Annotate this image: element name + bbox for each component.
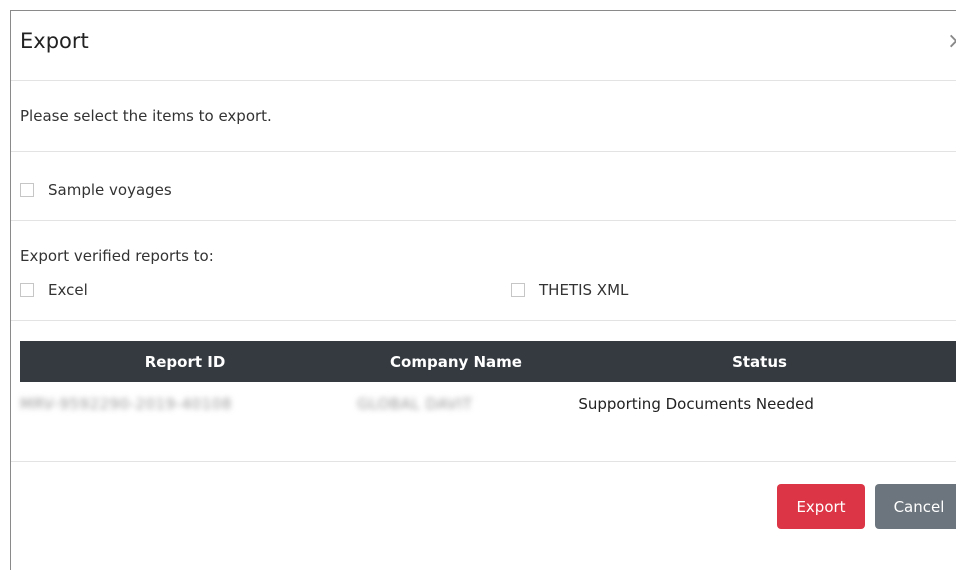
- column-header-status: Status: [732, 352, 787, 371]
- divider: [11, 151, 956, 152]
- sample-voyages-label: Sample voyages: [48, 181, 172, 199]
- dialog-header: Export ×: [11, 11, 956, 81]
- table-header: Report ID Company Name Status: [20, 341, 956, 382]
- thetis-xml-checkbox[interactable]: [511, 283, 525, 297]
- close-icon[interactable]: ×: [947, 29, 956, 54]
- column-header-report-id: Report ID: [144, 352, 226, 371]
- excel-checkbox[interactable]: [20, 283, 34, 297]
- export-section-label: Export verified reports to:: [20, 247, 214, 265]
- company-name-value: GLOBAL DAVIT: [357, 395, 473, 413]
- export-button[interactable]: Export: [777, 484, 865, 529]
- company-name-cell: GLOBAL DAVIT: [269, 395, 578, 413]
- report-id-cell: MRV-9592290-2019-40108: [20, 395, 269, 413]
- status-cell: Supporting Documents Needed: [578, 395, 956, 413]
- divider: [11, 320, 956, 321]
- table-row: MRV-9592290-2019-40108 GLOBAL DAVIT Supp…: [20, 382, 956, 426]
- export-dialog: Export × Please select the items to expo…: [10, 10, 956, 570]
- sample-voyages-checkbox[interactable]: [20, 183, 34, 197]
- excel-label: Excel: [48, 281, 88, 299]
- reports-table: Report ID Company Name Status MRV-959229…: [20, 341, 956, 426]
- divider: [11, 461, 956, 462]
- divider: [11, 220, 956, 221]
- excel-option[interactable]: Excel: [20, 281, 88, 299]
- report-id-value: MRV-9592290-2019-40108: [20, 395, 232, 413]
- status-value: Supporting Documents Needed: [578, 395, 814, 413]
- column-header-company-name: Company Name: [390, 352, 522, 371]
- thetis-xml-option[interactable]: THETIS XML: [511, 281, 628, 299]
- dialog-title: Export: [20, 29, 89, 53]
- sample-voyages-option[interactable]: Sample voyages: [20, 181, 172, 199]
- thetis-xml-label: THETIS XML: [539, 281, 629, 299]
- cancel-button[interactable]: Cancel: [875, 484, 956, 529]
- instruction-text: Please select the items to export.: [20, 107, 272, 125]
